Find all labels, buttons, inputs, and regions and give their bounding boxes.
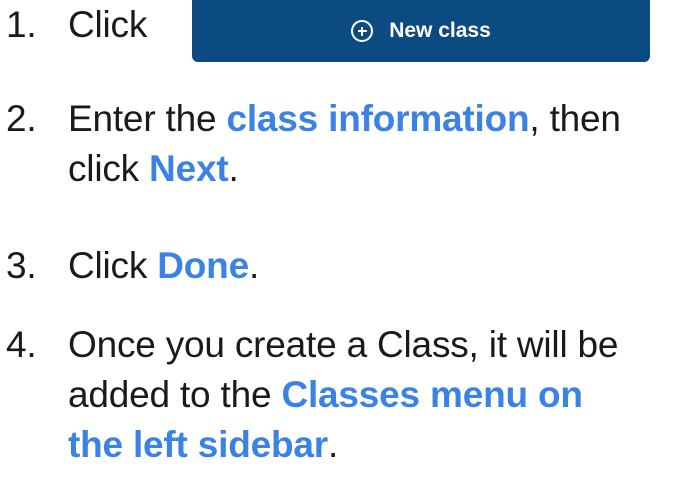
step-number: 3. xyxy=(6,245,37,286)
step-4: 4. Once you create a Class, it will be ad… xyxy=(6,320,618,470)
step-text-line1: Once you create a Class, it will be xyxy=(68,324,619,365)
left-sidebar-highlight: the left sidebar xyxy=(68,424,328,465)
step-4-line-3: the left sidebar. xyxy=(6,420,618,470)
new-class-button-label: New class xyxy=(389,19,491,42)
plus-circle-icon xyxy=(351,20,374,42)
step-text-suffix: . xyxy=(248,245,260,286)
done-highlight: Done xyxy=(157,245,249,286)
next-highlight: Next xyxy=(149,148,229,189)
step-1: 1. Click xyxy=(6,0,147,50)
step-2-line-2: click Next. xyxy=(6,144,621,194)
step-number: 4. xyxy=(6,324,37,365)
step-text: Click xyxy=(68,4,148,45)
step-number: 2. xyxy=(6,98,37,139)
step-text-suffix: . xyxy=(327,424,339,465)
step-text-prefix: Click xyxy=(68,245,148,286)
step-text-suffix: . xyxy=(228,148,239,189)
new-class-button[interactable]: New class xyxy=(192,0,650,62)
step-3: 3. Click Done. xyxy=(6,241,259,291)
step-text-middle: , then xyxy=(529,98,621,139)
class-information-highlight: class information xyxy=(226,98,530,139)
step-text-prefix: Enter the xyxy=(68,98,217,139)
classes-menu-highlight: Classes menu on xyxy=(281,374,583,415)
step-text-line2-prefix: click xyxy=(68,148,139,189)
step-number: 1. xyxy=(6,4,37,45)
step-text-line2-prefix: added to the xyxy=(68,374,272,415)
step-2: 2. Enter the class information, then clic… xyxy=(6,94,621,194)
step-4-line-2: added to the Classes menu on xyxy=(6,370,618,420)
